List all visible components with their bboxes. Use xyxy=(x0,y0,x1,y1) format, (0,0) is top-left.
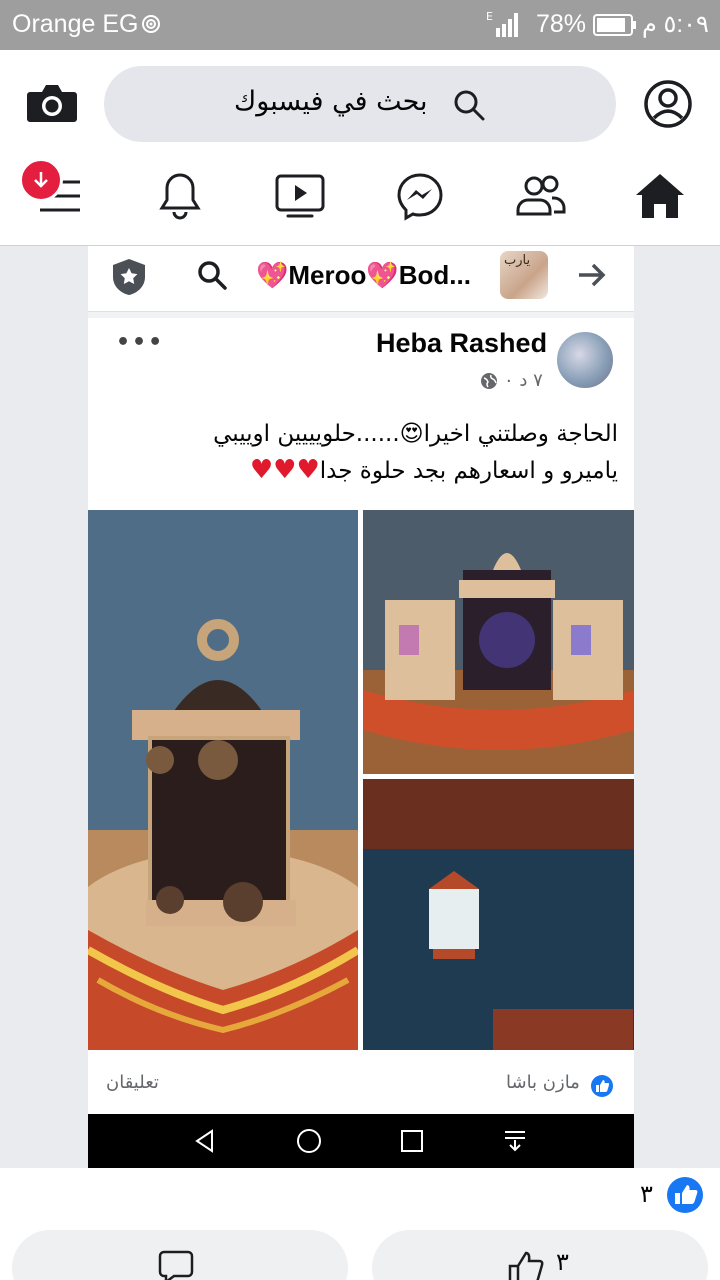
embedded-chat-header: 💖Meroo💖Bod... يارب xyxy=(88,246,634,312)
comment-button[interactable] xyxy=(12,1230,348,1280)
back-icon xyxy=(195,1129,213,1153)
post-more-icon: ••• xyxy=(116,330,165,355)
svg-text:E: E xyxy=(486,10,493,23)
camera-icon[interactable] xyxy=(26,80,78,124)
search-icon xyxy=(454,90,485,121)
liker-name: مازن باشا xyxy=(506,1072,580,1093)
home-icon xyxy=(636,174,684,218)
arrow-right-icon xyxy=(579,263,606,287)
comment-icon xyxy=(158,1250,194,1280)
carrier-name: Orange EG xyxy=(12,10,139,38)
reaction-count: ٣ xyxy=(640,1180,653,1208)
shared-screenshot[interactable]: 💖Meroo💖Bod... يارب ••• Heba Rashed ٧ د ٠… xyxy=(88,246,634,1168)
crescent-lamp-photo xyxy=(363,779,634,1050)
bell-icon xyxy=(159,173,201,220)
globe-icon xyxy=(481,373,497,389)
battery-percent: 78% xyxy=(536,10,587,38)
photo-lantern-large[interactable] xyxy=(88,510,358,1050)
notification-shade-icon xyxy=(505,1131,525,1152)
chat-thumbnail: يارب xyxy=(500,251,548,299)
tab-home[interactable] xyxy=(632,168,688,224)
divider xyxy=(88,312,634,318)
shield-icon xyxy=(113,259,145,295)
download-icon xyxy=(34,172,48,188)
like-icon xyxy=(591,1075,613,1097)
chat-name: 💖Meroo💖Bod... xyxy=(256,260,471,290)
battery-icon xyxy=(593,14,636,36)
profile-icon[interactable] xyxy=(642,78,694,130)
comments-count: تعليقان xyxy=(106,1072,159,1093)
thumbs-up-icon xyxy=(508,1251,544,1280)
lanterns-trio-photo xyxy=(363,510,634,774)
clock: ٥:٠٩ م xyxy=(642,11,709,38)
video-icon xyxy=(275,174,325,218)
post-text-line-2: ياميرو و اسعارهم بجد حلوة جدا xyxy=(319,458,618,484)
friends-icon xyxy=(516,175,566,216)
messenger-icon xyxy=(397,173,443,221)
tab-messenger[interactable] xyxy=(392,168,448,224)
like-button[interactable]: ٣ xyxy=(372,1230,708,1280)
post-text-line-2-row: ياميرو و اسعارهم بجد حلوة جدا♥♥♥ xyxy=(144,452,618,489)
photo-crescent-lamp[interactable] xyxy=(363,779,634,1050)
thumbnail-text: يارب xyxy=(504,253,531,268)
post-author: Heba Rashed xyxy=(376,328,548,358)
tab-watch[interactable] xyxy=(272,168,328,224)
like-reaction-icon xyxy=(667,1177,703,1213)
recents-icon xyxy=(401,1130,423,1152)
search-icon xyxy=(198,261,227,290)
post-text: الحاجة وصلتني اخيرا😍......حلويييين اوييب… xyxy=(144,416,618,489)
search-input[interactable]: بحث في فيسبوك xyxy=(104,66,616,142)
tab-notifications[interactable] xyxy=(152,168,208,224)
embedded-post-footer: تعليقان مازن باشا xyxy=(88,1050,634,1114)
post-text-line-1: الحاجة وصلتني اخيرا😍......حلويييين اوييب… xyxy=(213,421,618,447)
nav-tabs xyxy=(0,150,720,246)
search-placeholder: بحث في فيسبوك xyxy=(234,86,428,117)
avatar xyxy=(555,330,615,390)
reactions-row[interactable]: ٣ xyxy=(0,1168,720,1228)
search-header: بحث في فيسبوك xyxy=(0,50,720,150)
hearts-icon: ♥♥♥ xyxy=(249,455,320,485)
signal-icon: E xyxy=(486,10,518,37)
tab-friends[interactable] xyxy=(512,168,568,224)
like-count: ٣ xyxy=(556,1248,569,1276)
status-bar: Orange EG E 78% ٥:٠٩ م xyxy=(0,0,720,50)
home-circle-icon xyxy=(297,1129,321,1153)
post-time: ٧ د ٠ xyxy=(504,370,543,391)
hotspot-icon xyxy=(142,15,160,33)
photo-lanterns-trio[interactable] xyxy=(363,510,634,774)
embedded-system-navbar xyxy=(88,1114,634,1168)
lantern-photo xyxy=(88,510,358,1050)
download-badge[interactable] xyxy=(19,158,63,202)
